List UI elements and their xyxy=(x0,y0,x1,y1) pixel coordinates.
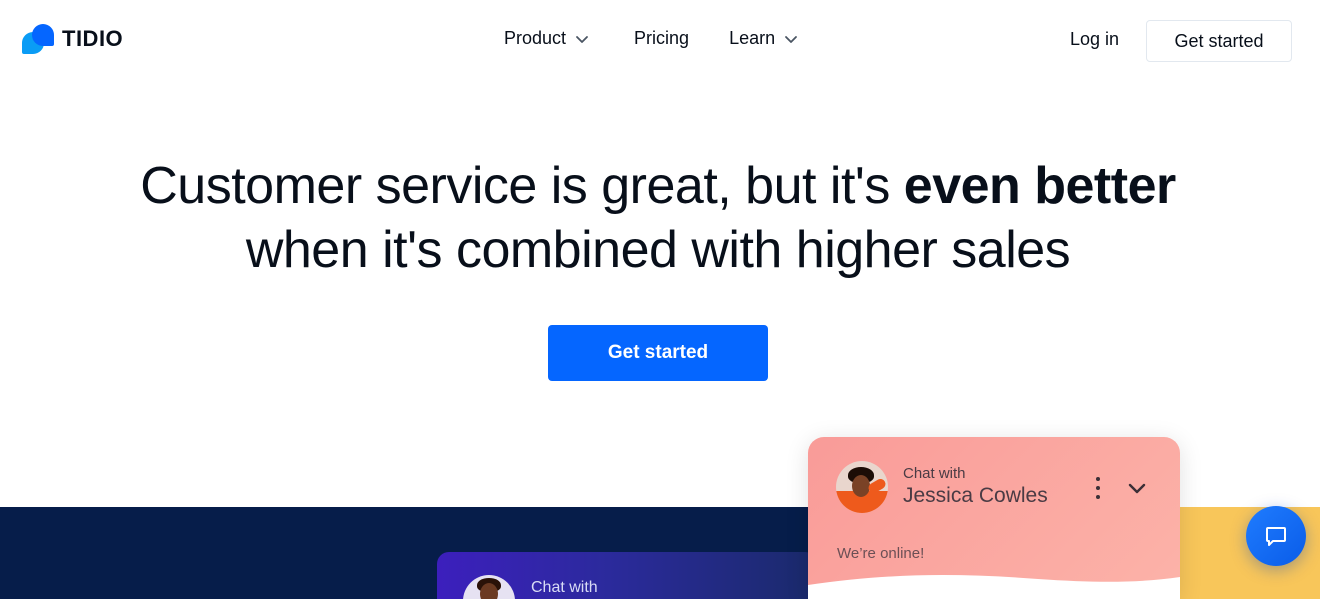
background-chat-with-label: Chat with xyxy=(531,579,598,596)
nav-product-label: Product xyxy=(504,28,567,48)
get-started-header-button[interactable]: Get started xyxy=(1146,20,1292,62)
agent-avatar xyxy=(836,461,888,513)
login-link[interactable]: Log in xyxy=(1070,29,1119,50)
nav-pricing-label: Pricing xyxy=(634,28,690,48)
main-nav: Product Pricing Learn xyxy=(504,28,799,49)
chat-status: We’re online! xyxy=(837,545,925,562)
chat-wave-decor xyxy=(808,575,1180,599)
more-vertical-icon[interactable] xyxy=(1090,477,1106,499)
chat-bubble-icon xyxy=(1266,527,1286,546)
nav-learn[interactable]: Learn xyxy=(729,28,799,49)
chat-launcher-button[interactable] xyxy=(1246,506,1306,566)
chat-with-label: Chat with xyxy=(903,465,966,482)
nav-learn-label: Learn xyxy=(729,28,776,48)
hero-title-part2: when it's combined with higher sales xyxy=(245,221,1071,279)
chevron-down-icon[interactable] xyxy=(1126,477,1148,499)
hero-title-part1: Customer service is great, but it's xyxy=(140,157,904,215)
agent-name: Jessica Cowles xyxy=(903,484,1048,507)
hero-title-bold: even better xyxy=(903,157,1176,215)
get-started-hero-button[interactable]: Get started xyxy=(548,325,768,381)
chat-widget[interactable]: Chat with Jessica Cowles We’re online! xyxy=(808,437,1180,599)
chevron-down-icon xyxy=(574,31,590,47)
tidio-logo[interactable]: TIDIO xyxy=(22,22,123,56)
hero-title: Customer service is great, but it's even… xyxy=(0,154,1316,282)
nav-pricing[interactable]: Pricing xyxy=(634,28,689,49)
tidio-logo-icon xyxy=(22,22,56,56)
site-header: TIDIO Product Pricing Learn Log in Get s… xyxy=(0,0,1320,82)
nav-product[interactable]: Product xyxy=(504,28,590,49)
chevron-down-icon xyxy=(783,31,799,47)
logo-text: TIDIO xyxy=(62,26,124,51)
